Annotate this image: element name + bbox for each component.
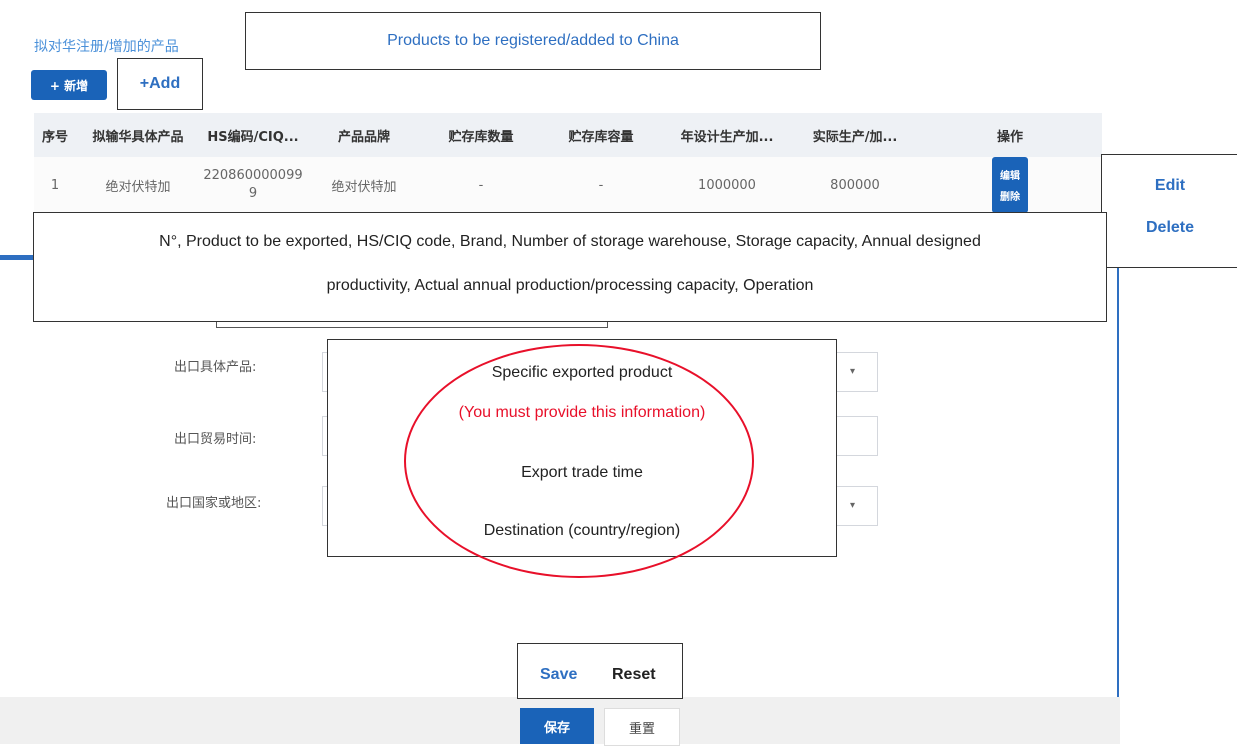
col-header-actual-capacity: 实际生产/加... xyxy=(812,129,898,145)
annotation-operations-box: Edit Delete xyxy=(1101,154,1237,268)
cell-product: 绝对伏特加 xyxy=(105,179,171,195)
cell-actual-capacity: 800000 xyxy=(830,177,880,193)
annotation-products-title: Products to be registered/added to China xyxy=(245,12,821,70)
col-header-hs-code: HS编码/CIQ... xyxy=(207,129,299,145)
cell-operation: 编辑 删除 xyxy=(918,157,1102,213)
cell-hs-code: 2208600000999 xyxy=(203,168,303,201)
row-actions: 编辑 删除 xyxy=(992,157,1028,213)
section-title: 拟对华注册/增加的产品 xyxy=(34,39,179,55)
annotation-add: +Add xyxy=(117,58,203,110)
reset-button[interactable]: 重置 xyxy=(604,708,680,746)
delete-button[interactable]: 删除 xyxy=(1000,188,1020,203)
col-header-brand: 产品品牌 xyxy=(337,129,390,145)
cell-design-capacity: 1000000 xyxy=(698,177,756,193)
product-label: 出口具体产品: xyxy=(174,360,257,375)
table-row: 1 绝对伏特加 2208600000999 绝对伏特加 - - 1000000 … xyxy=(34,157,1102,213)
annotation-reset: Reset xyxy=(612,666,656,683)
cell-no: 1 xyxy=(50,177,60,193)
col-header-operation: 操作 xyxy=(996,129,1023,145)
page-edge-accent xyxy=(0,255,34,260)
products-table: 序号 拟输华具体产品 HS编码/CIQ... 产品品牌 贮存库数量 贮存库容量 … xyxy=(34,113,1102,213)
cell-storage-capacity: - xyxy=(598,177,604,193)
annotation-columns-box: N°, Product to be exported, HS/CIQ code,… xyxy=(33,212,1107,322)
annotation-columns-line2: productivity, Actual annual production/p… xyxy=(326,277,814,294)
cell-storage-count: - xyxy=(478,177,484,193)
col-header-product: 拟输华具体产品 xyxy=(92,129,184,145)
new-product-button[interactable]: + 新增 xyxy=(31,70,107,100)
col-header-storage-capacity: 贮存库容量 xyxy=(568,129,634,145)
chevron-down-icon[interactable]: ▾ xyxy=(850,500,855,511)
table-header: 序号 拟输华具体产品 HS编码/CIQ... 产品品牌 贮存库数量 贮存库容量 … xyxy=(34,113,1102,157)
save-button[interactable]: 保存 xyxy=(520,708,594,744)
col-header-no: 序号 xyxy=(41,129,68,145)
required-highlight-ellipse xyxy=(404,344,754,578)
annotation-columns-line1: N°, Product to be exported, HS/CIQ code,… xyxy=(159,233,981,250)
edit-button[interactable]: 编辑 xyxy=(1000,167,1020,182)
cell-brand: 绝对伏特加 xyxy=(331,179,397,195)
country-label: 出口国家或地区: xyxy=(166,496,262,511)
annotation-save: Save xyxy=(540,666,578,683)
chevron-down-icon[interactable]: ▾ xyxy=(850,366,855,377)
annotation-edit: Edit xyxy=(1154,177,1186,194)
annotation-delete: Delete xyxy=(1145,219,1195,236)
panel-edge xyxy=(1117,266,1119,744)
trade-time-label: 出口贸易时间: xyxy=(174,432,257,447)
annotation-footer-box: Save Reset xyxy=(517,643,683,699)
col-header-design-capacity: 年设计生产加... xyxy=(680,129,774,145)
col-header-storage-count: 贮存库数量 xyxy=(448,129,514,145)
